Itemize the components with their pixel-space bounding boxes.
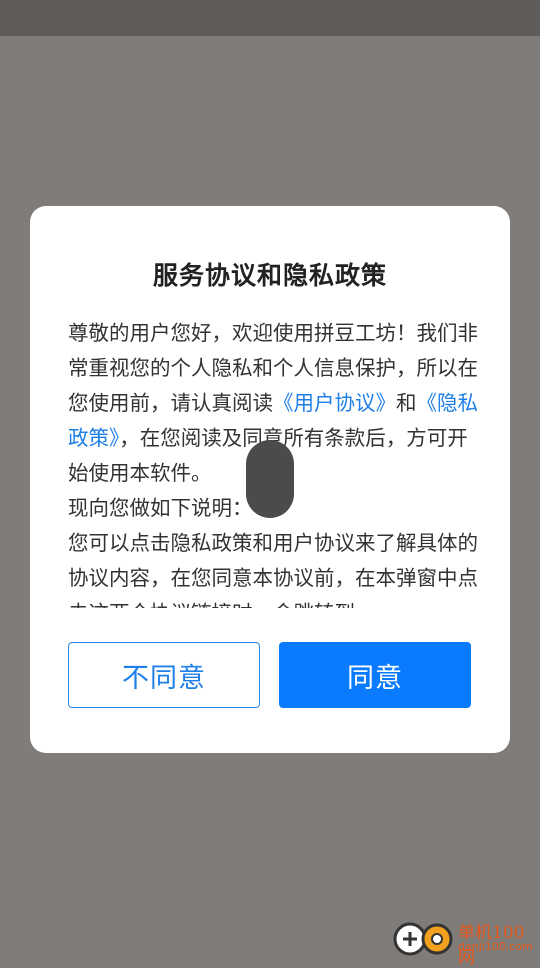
and-text: 和 [396,391,417,415]
watermark-logo-icon [393,922,453,956]
disagree-button[interactable]: 不同意 [68,642,260,708]
user-agreement-link[interactable]: 《用户协议》 [273,391,396,415]
touch-cursor [246,440,294,518]
dialog-title: 服务协议和隐私政策 [152,261,387,290]
explanation-paragraph: 您可以点击隐私政策和用户协议来了解具体的协议内容，在您同意本协议前，在本弹窗中点… [68,531,478,608]
status-bar [0,0,540,36]
watermark: 单机100网 danji100.com [392,914,540,968]
agree-button[interactable]: 同意 [279,642,471,708]
watermark-url: danji100.com [458,940,533,953]
